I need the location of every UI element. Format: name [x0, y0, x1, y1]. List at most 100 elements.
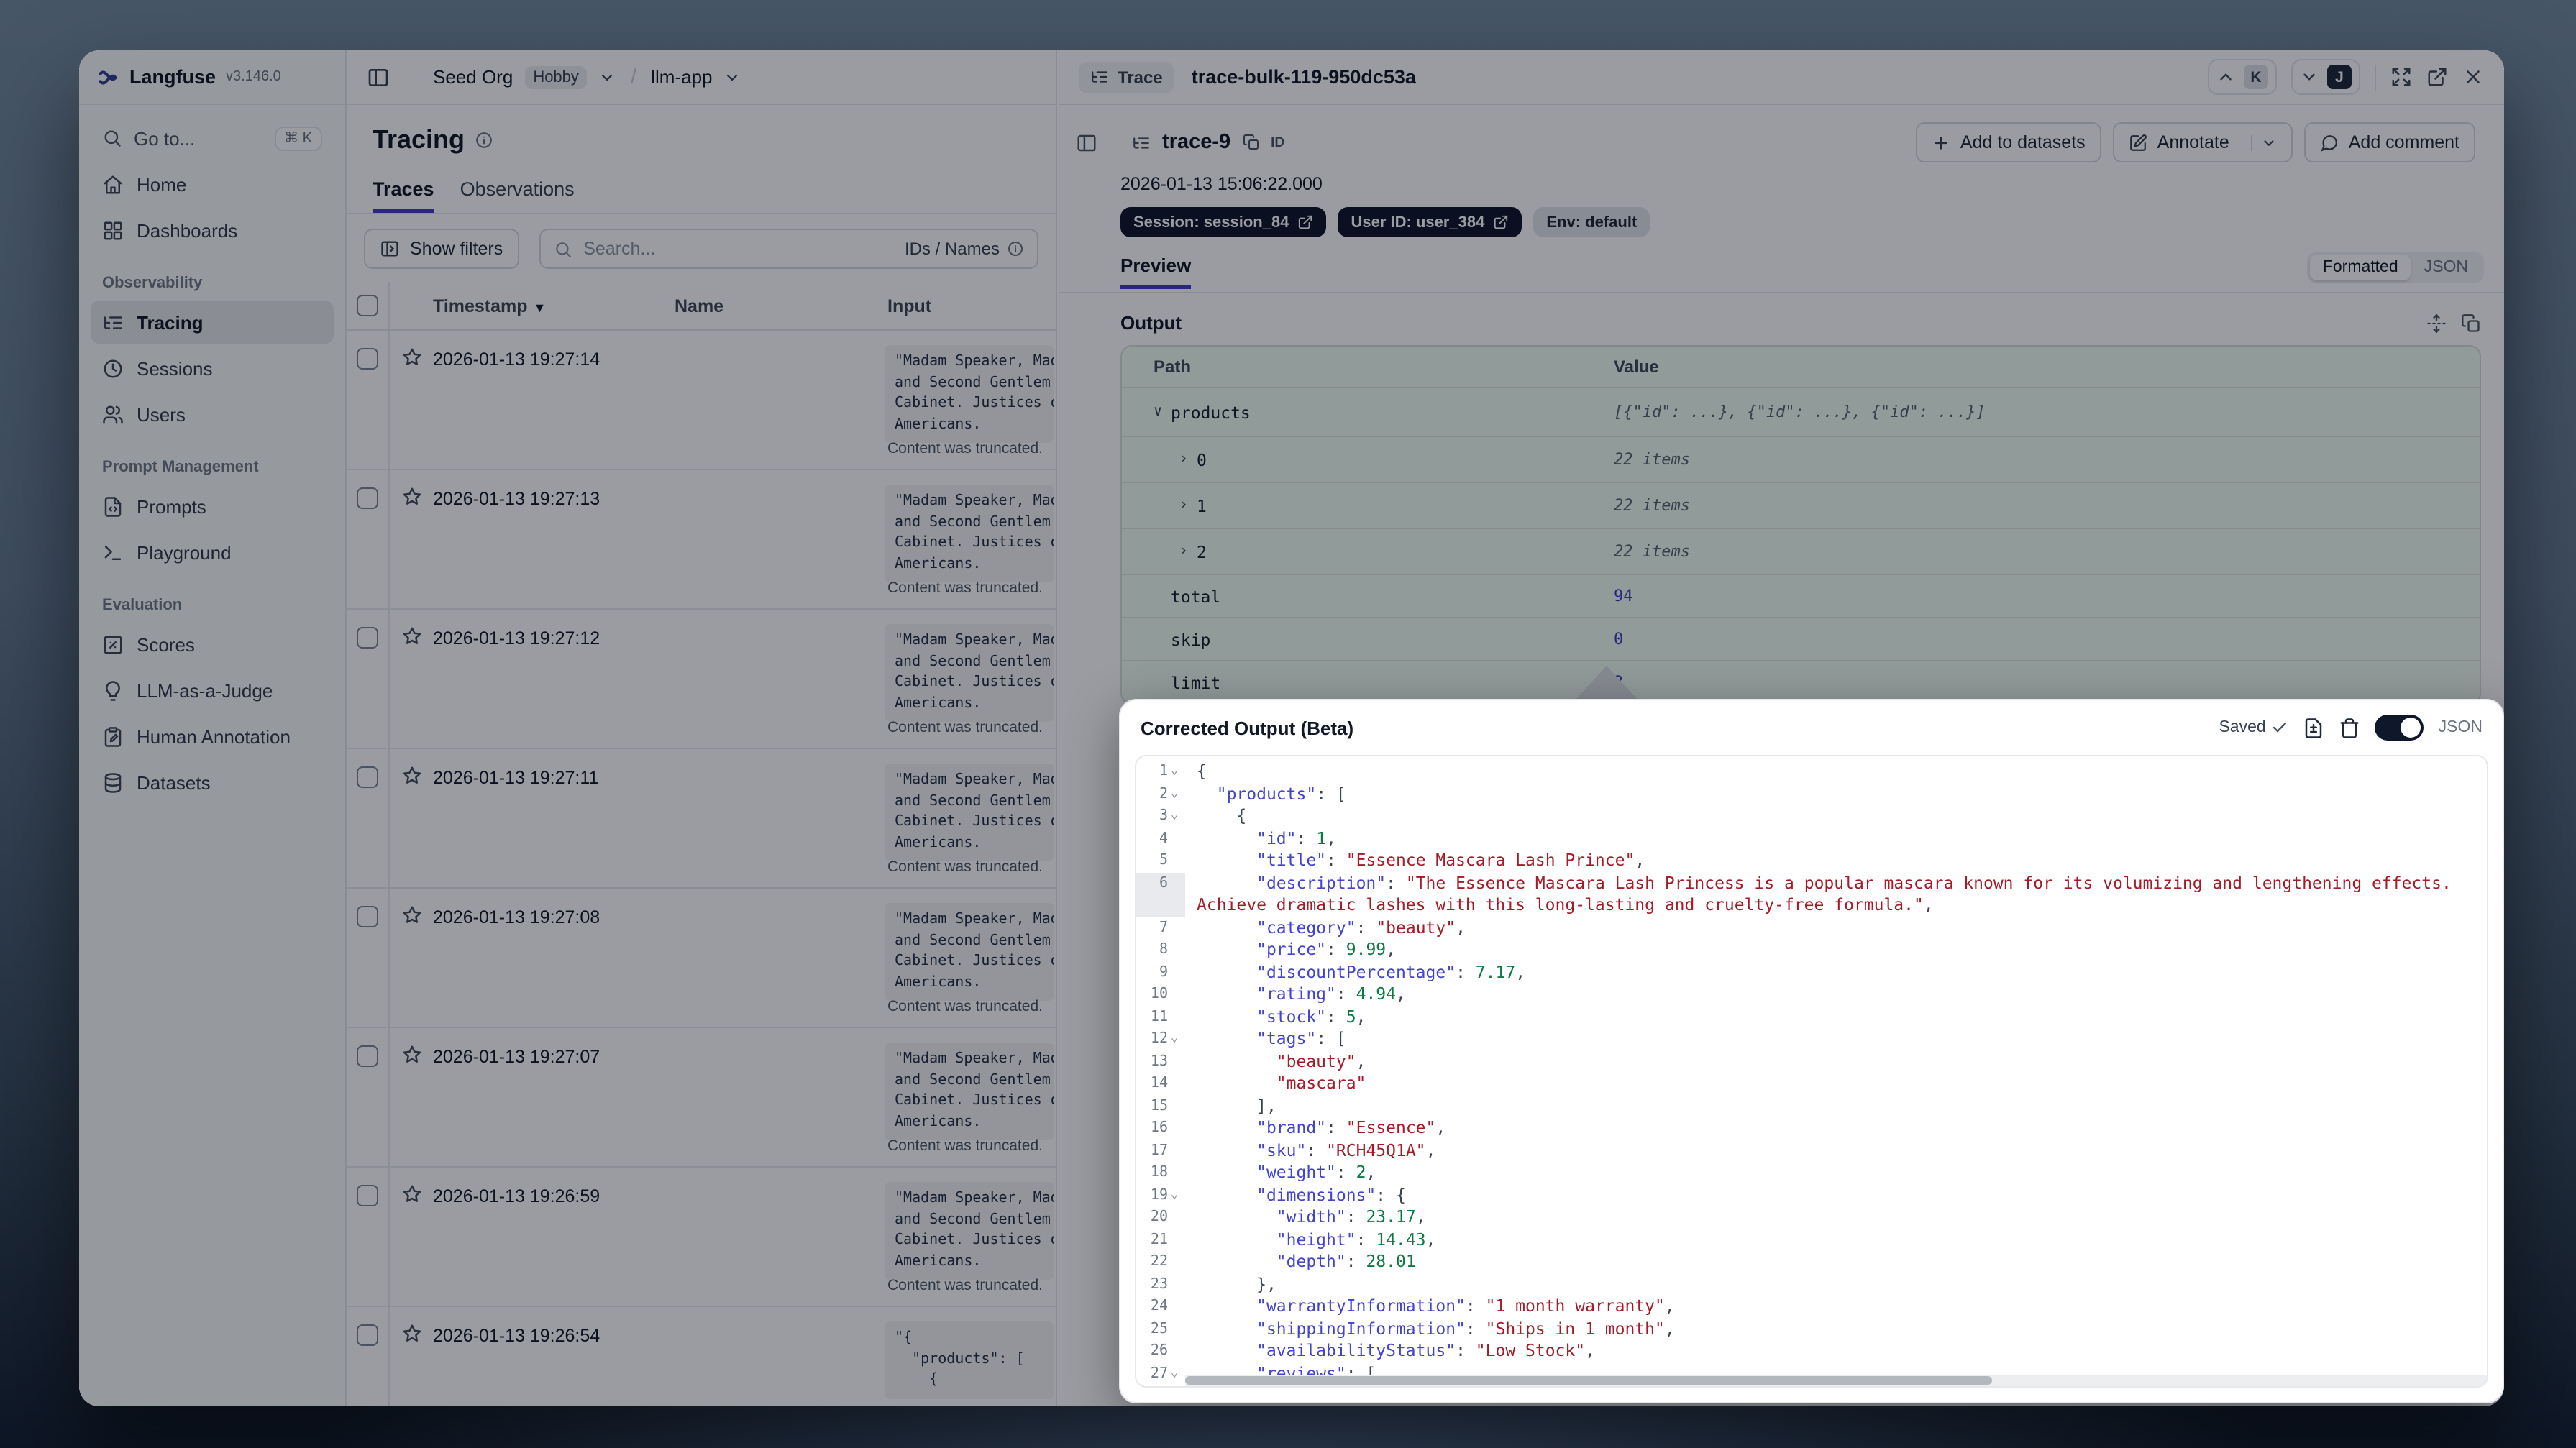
corrected-output-card: Corrected Output (Beta) Saved JSON 1 ⌄{2 ⌄… [1119, 699, 2504, 1403]
line-gutter: 22 [1136, 1251, 1185, 1273]
code-content: "beauty", [1276, 1050, 1366, 1071]
line-gutter: 16 [1136, 1117, 1185, 1140]
code-line-14[interactable]: 14 "mascara" [1136, 1073, 2487, 1095]
code-line-17[interactable]: 17 "sku": "RCH45Q1A", [1136, 1140, 2487, 1162]
line-number: 25 [1150, 1321, 1168, 1337]
line-gutter: 2 ⌄ [1136, 783, 1185, 805]
code-content: "rating": 4.94, [1256, 984, 1406, 1004]
code-line-21[interactable]: 21 "height": 14.43, [1136, 1229, 2487, 1251]
fold-caret-icon[interactable]: ⌄ [1168, 783, 1181, 805]
code-content: "mascara" [1276, 1073, 1366, 1093]
line-number: 27 [1150, 1365, 1168, 1381]
fold-caret-icon[interactable]: ⌄ [1168, 805, 1181, 828]
line-number: 13 [1150, 1053, 1168, 1069]
line-number: 12 [1150, 1031, 1168, 1047]
line-gutter: 23 [1136, 1273, 1185, 1296]
json-toggle[interactable] [2375, 715, 2424, 741]
fold-caret-icon[interactable]: ⌄ [1168, 1028, 1181, 1050]
line-gutter: 6 [1136, 872, 1185, 917]
code-line-24[interactable]: 24 "warrantyInformation": "1 month warra… [1136, 1296, 2487, 1318]
line-gutter: 9 [1136, 961, 1185, 984]
line-number: 10 [1150, 986, 1168, 1002]
saved-status: Saved [2219, 719, 2288, 736]
line-number: 2 [1159, 786, 1168, 802]
code-line-26[interactable]: 26 "availabilityStatus": "Low Stock", [1136, 1340, 2487, 1362]
code-line-13[interactable]: 13 "beauty", [1136, 1050, 2487, 1073]
code-line-16[interactable]: 16 "brand": "Essence", [1136, 1117, 2487, 1140]
code-line-7[interactable]: 7 "category": "beauty", [1136, 917, 2487, 939]
line-number: 1 [1159, 764, 1168, 779]
trash-icon[interactable] [2339, 717, 2361, 738]
code-line-22[interactable]: 22 "depth": 28.01 [1136, 1251, 2487, 1273]
line-number: 3 [1159, 808, 1168, 824]
code-line-8[interactable]: 8 "price": 9.99, [1136, 939, 2487, 961]
code-line-15[interactable]: 15 ], [1136, 1095, 2487, 1117]
code-line-25[interactable]: 25 "shippingInformation": "Ships in 1 mo… [1136, 1318, 2487, 1340]
fold-caret-icon[interactable]: ⌄ [1168, 761, 1181, 783]
line-number: 4 [1159, 830, 1168, 846]
line-number: 11 [1150, 1009, 1168, 1025]
code-content: "depth": 28.01 [1276, 1251, 1416, 1271]
editor-hscrollbar[interactable] [1185, 1375, 2487, 1386]
code-content: }, [1197, 1273, 1276, 1293]
code-content: { [1197, 805, 1247, 825]
fold-caret-icon[interactable]: ⌄ [1168, 1184, 1181, 1206]
line-gutter: 24 [1136, 1296, 1185, 1318]
scrollbar-thumb[interactable] [1185, 1376, 1993, 1385]
line-gutter: 4 [1136, 828, 1185, 850]
code-content: "warrantyInformation": "1 month warranty… [1256, 1296, 1675, 1316]
line-gutter: 28⌄ [1136, 1385, 1185, 1386]
line-gutter: 19 ⌄ [1136, 1184, 1185, 1206]
file-diff-icon[interactable] [2303, 717, 2325, 738]
code-line-5[interactable]: 5 "title": "Essence Mascara Lash Prince"… [1136, 850, 2487, 872]
line-gutter: 26 [1136, 1340, 1185, 1362]
code-content: "discountPercentage": 7.17, [1256, 961, 1526, 981]
line-gutter: 14 [1136, 1073, 1185, 1095]
code-line-9[interactable]: 9 "discountPercentage": 7.17, [1136, 961, 2487, 984]
code-line-2[interactable]: 2 ⌄ "products": [ [1136, 783, 2487, 805]
code-content: "height": 14.43, [1276, 1229, 1436, 1249]
line-number: 8 [1159, 942, 1168, 958]
toggle-knob [2401, 718, 2421, 738]
code-content: "brand": "Essence", [1256, 1117, 1446, 1137]
fold-caret-icon[interactable]: ⌄ [1168, 1362, 1181, 1385]
line-gutter: 20 [1136, 1206, 1185, 1229]
line-number: 20 [1150, 1209, 1168, 1225]
line-number: 22 [1150, 1254, 1168, 1270]
line-number: 23 [1150, 1276, 1168, 1292]
line-gutter: 12 ⌄ [1136, 1028, 1185, 1050]
code-line-6[interactable]: 6 "description": "The Essence Mascara La… [1136, 872, 2487, 917]
json-editor[interactable]: 1 ⌄{2 ⌄ "products": [3 ⌄ {4 "id": 1, 5 "titl… [1135, 755, 2488, 1388]
code-line-4[interactable]: 4 "id": 1, [1136, 828, 2487, 850]
line-number: 17 [1150, 1142, 1168, 1158]
code-line-20[interactable]: 20 "width": 23.17, [1136, 1206, 2487, 1229]
line-gutter: 25 [1136, 1318, 1185, 1340]
code-content: "tags": [ [1256, 1028, 1346, 1048]
code-content: ], [1197, 1095, 1276, 1115]
code-line-19[interactable]: 19 ⌄ "dimensions": { [1136, 1184, 2487, 1206]
line-number: 14 [1150, 1076, 1168, 1091]
code-line-3[interactable]: 3 ⌄ { [1136, 805, 2487, 828]
code-content: "width": 23.17, [1276, 1206, 1426, 1227]
json-toggle-label: JSON [2438, 719, 2483, 736]
code-line-12[interactable]: 12 ⌄ "tags": [ [1136, 1028, 2487, 1050]
code-content: "stock": 5, [1256, 1006, 1366, 1026]
line-gutter: 18 [1136, 1162, 1185, 1184]
line-number: 6 [1159, 875, 1168, 891]
code-line-18[interactable]: 18 "weight": 2, [1136, 1162, 2487, 1184]
check-icon [2273, 722, 2287, 733]
line-number: 15 [1150, 1098, 1168, 1114]
app-window: Langfuse v3.146.0 Go to... ⌘ K Home Dashb… [79, 50, 2504, 1406]
code-content: "products": [ [1216, 783, 1346, 803]
line-gutter: 15 [1136, 1095, 1185, 1117]
code-line-23[interactable]: 23 }, [1136, 1273, 2487, 1296]
fold-caret-icon[interactable]: ⌄ [1168, 1385, 1181, 1386]
code-line-10[interactable]: 10 "rating": 4.94, [1136, 984, 2487, 1006]
line-gutter: 8 [1136, 939, 1185, 961]
code-line-11[interactable]: 11 "stock": 5, [1136, 1006, 2487, 1028]
code-line-1[interactable]: 1 ⌄ { [1136, 761, 2487, 783]
code-content: "weight": 2, [1256, 1162, 1376, 1182]
line-number: 19 [1150, 1187, 1168, 1203]
line-gutter: 11 [1136, 1006, 1185, 1028]
code-content: "id": 1, [1256, 828, 1336, 848]
